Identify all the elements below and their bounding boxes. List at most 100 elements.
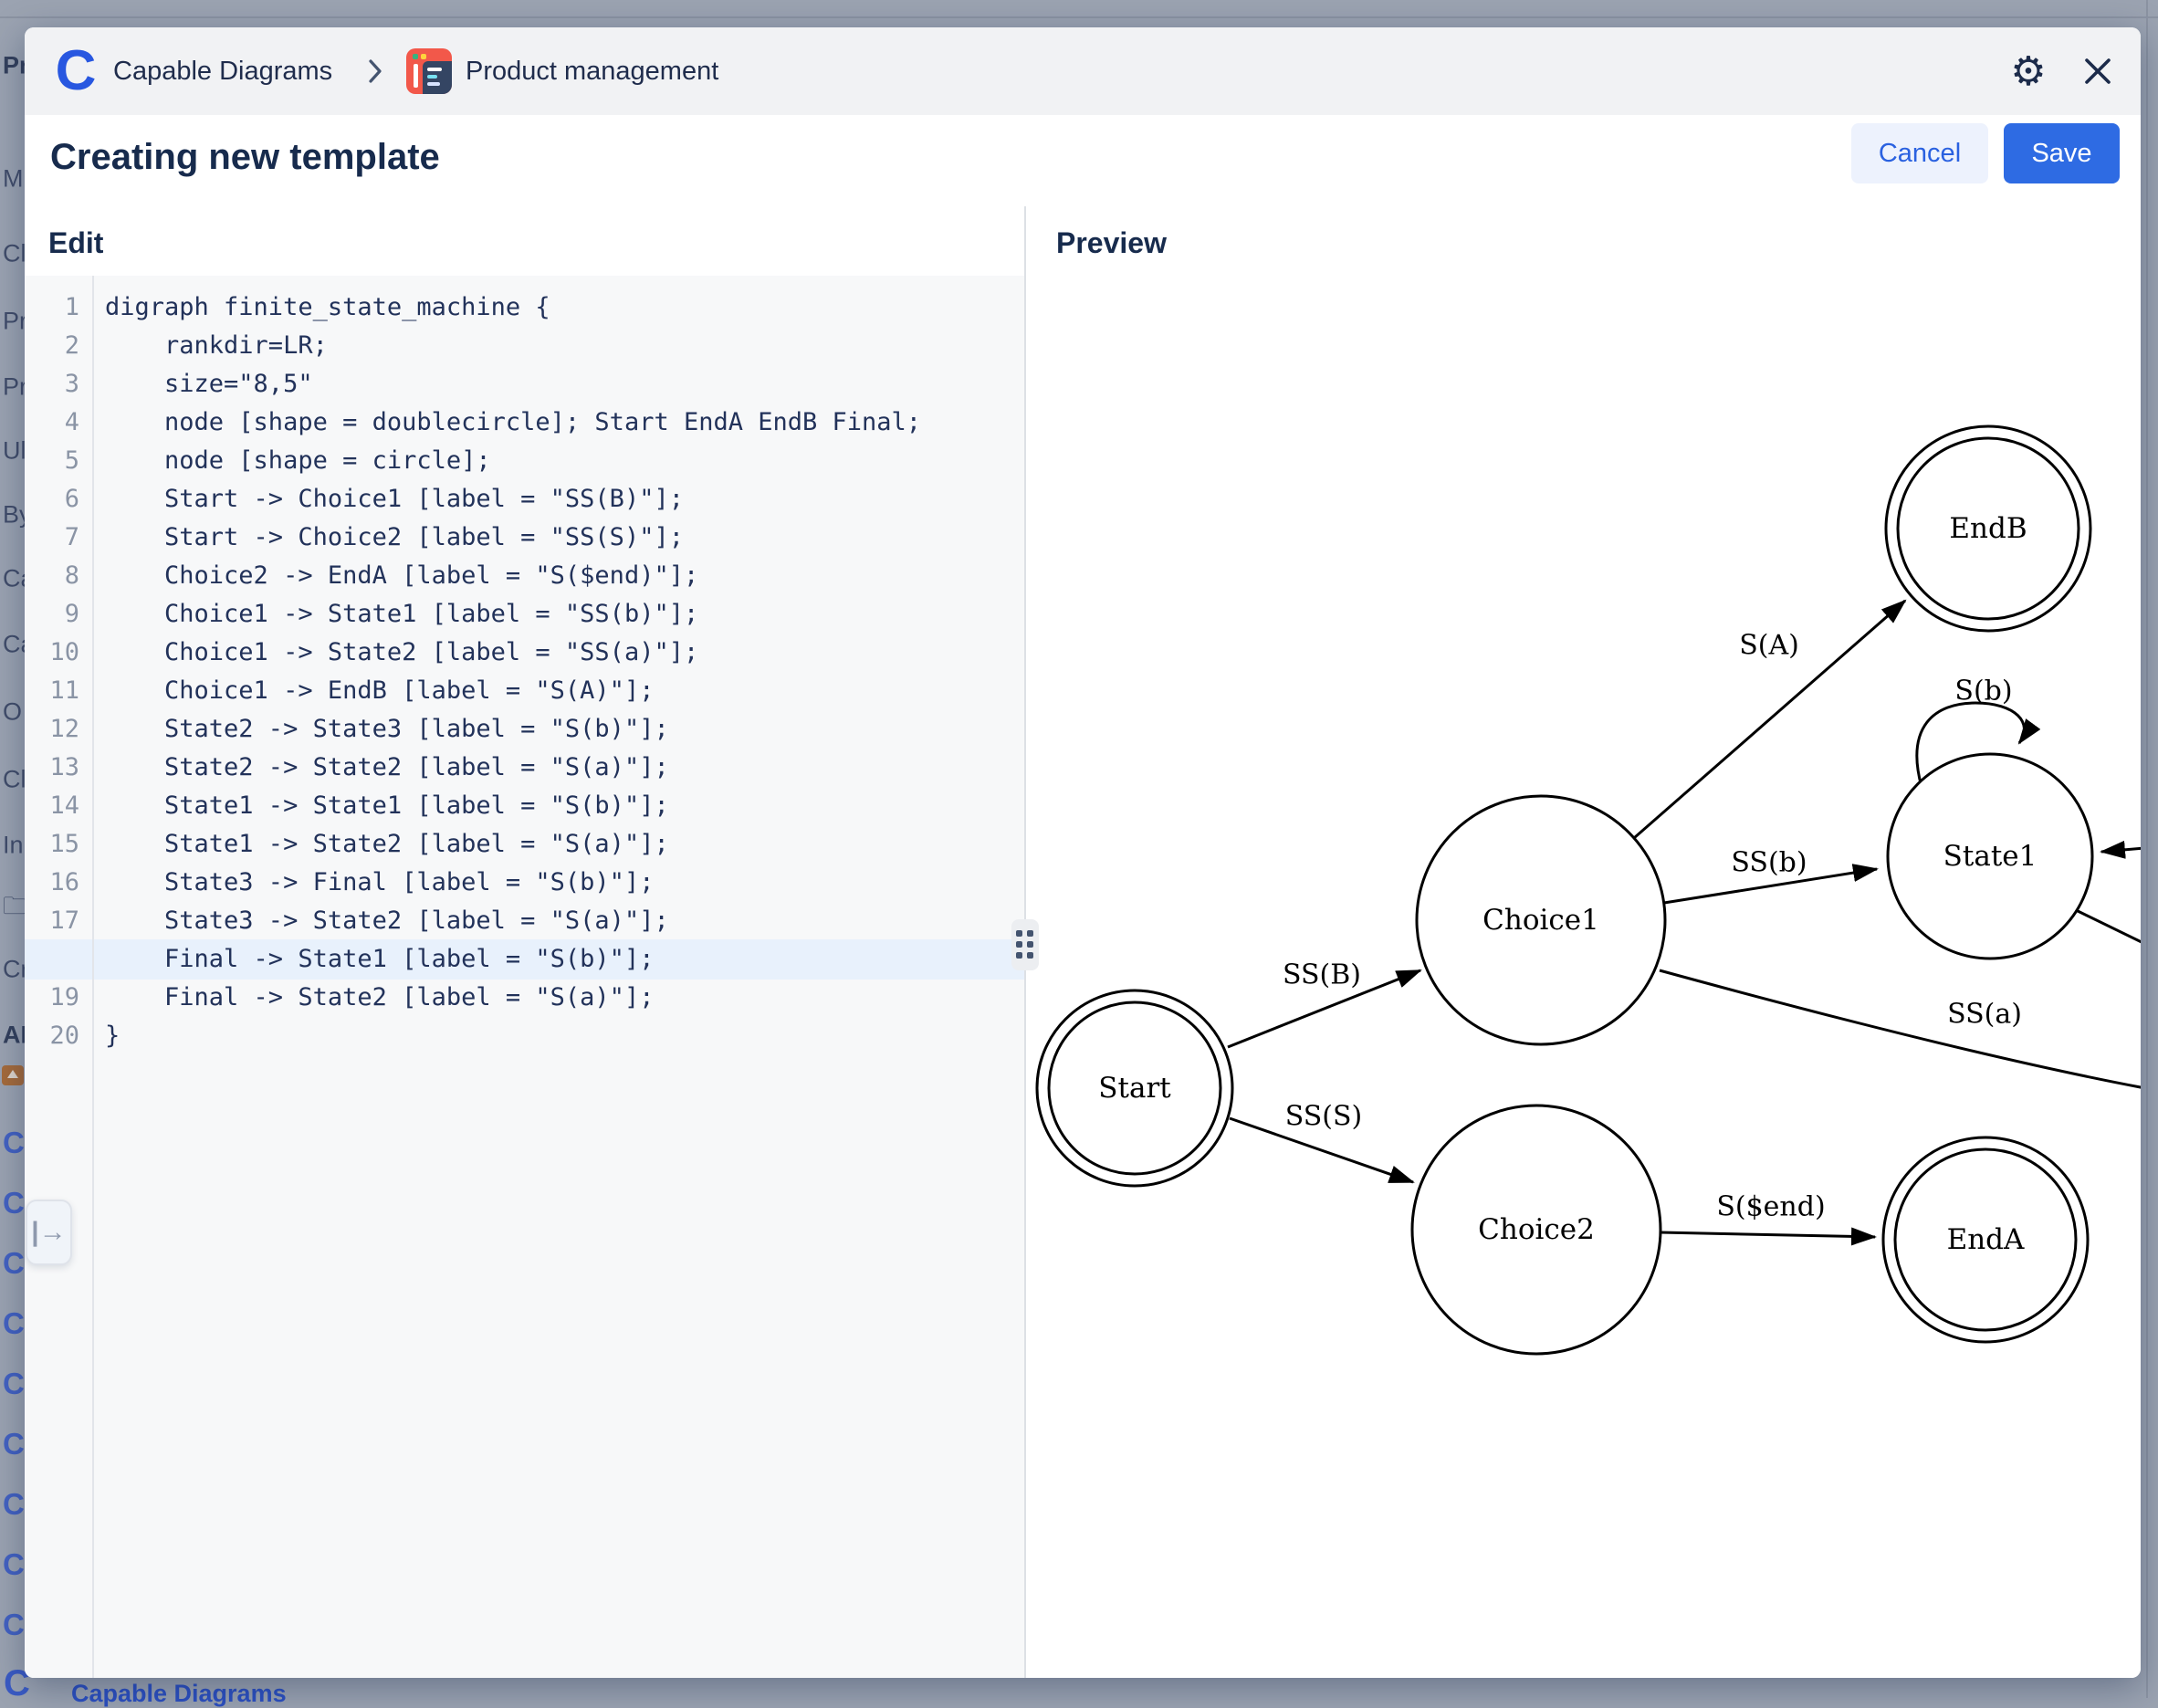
code-line-1[interactable]: 1 digraph finite_state_machine {	[25, 288, 1024, 327]
edge-label-choice2-enda: S($end)	[1716, 1191, 1825, 1223]
background-sidebar-logo: C	[3, 1126, 25, 1160]
edge-state1-state2	[2072, 908, 2141, 944]
code-line-8[interactable]: 8 Choice2 -> EndA [label = "S($end)"];	[25, 557, 1024, 595]
code-text: Start -> Choice1 [label = "SS(B)"];	[105, 480, 684, 519]
pane-resize-handle[interactable]	[1011, 919, 1039, 970]
jump-arrow-icon: |→	[31, 1217, 66, 1248]
background-page-edge	[0, 16, 2158, 18]
code-line-2[interactable]: 2 rankdir=LR;	[25, 327, 1024, 365]
line-number: 1	[25, 288, 79, 327]
code-text: size="8,5"	[105, 365, 313, 403]
line-number: 6	[25, 480, 79, 519]
background-sidebar-item: M	[3, 165, 24, 194]
background-sidebar-logo: C	[3, 1547, 25, 1582]
code-text: State1 -> State1 [label = "S(b)"];	[105, 787, 669, 825]
code-line-11[interactable]: 11 Choice1 -> EndB [label = "S(A)"];	[25, 672, 1024, 710]
code-line-4[interactable]: 4 node [shape = doublecircle]; Start End…	[25, 403, 1024, 442]
background-page-title: Capable Diagrams	[71, 1680, 287, 1708]
code-text: Choice1 -> State1 [label = "SS(b)"];	[105, 595, 698, 634]
node-label-Choice1: Choice1	[1482, 904, 1599, 937]
code-text: digraph finite_state_machine {	[105, 288, 550, 327]
background-sidebar-app-icon	[2, 1065, 24, 1085]
breadcrumb-app[interactable]: Capable Diagrams	[113, 27, 332, 115]
line-number: 3	[25, 365, 79, 403]
node-label-State1: State1	[1943, 840, 2038, 873]
jump-to-line-button[interactable]: |→	[26, 1200, 72, 1265]
cancel-button[interactable]: Cancel	[1851, 123, 1988, 183]
code-line-14[interactable]: 14 State1 -> State1 [label = "S(b)"];	[25, 787, 1024, 825]
code-text: node [shape = doublecircle]; Start EndA …	[105, 403, 921, 442]
breadcrumb-page[interactable]: Product management	[466, 27, 718, 115]
node-label-EndB: EndB	[1949, 512, 2027, 545]
code-line-19[interactable]: 19 Final -> State2 [label = "S(a)"];	[25, 979, 1024, 1017]
state-machine-diagram: SS(B)SS(S)S(A)SS(b)SS(a)S($end)S(b)Start…	[1026, 276, 2141, 1678]
code-line-17[interactable]: 17 State3 -> State2 [label = "S(a)"];	[25, 902, 1024, 940]
edge-label-state1-self: S(b)	[1954, 676, 2012, 707]
background-sidebar-logo: C	[3, 1306, 25, 1341]
edit-pane-label: Edit	[48, 226, 103, 260]
line-number: 5	[25, 442, 79, 480]
code-text: Choice1 -> State2 [label = "SS(a)"];	[105, 634, 698, 672]
background-sidebar-item: O	[3, 698, 22, 727]
line-number: 14	[25, 787, 79, 825]
line-number: 15	[25, 825, 79, 864]
line-number: 11	[25, 672, 79, 710]
line-number: 17	[25, 902, 79, 940]
close-icon[interactable]	[2073, 47, 2122, 96]
line-number: 20	[25, 1017, 79, 1055]
background-sidebar-item: Cl	[3, 240, 26, 268]
chevron-right-icon	[364, 58, 386, 85]
code-text: Choice2 -> EndA [label = "S($end)"];	[105, 557, 698, 595]
gutter-separator	[92, 276, 94, 1678]
line-number: 7	[25, 519, 79, 557]
line-number: 10	[25, 634, 79, 672]
line-number: 13	[25, 749, 79, 787]
screen: { "background": { "top_item": "Pr", "sid…	[0, 0, 2158, 1698]
background-sidebar-logo: C	[3, 1367, 25, 1401]
code-line-16[interactable]: 16 State3 -> Final [label = "S(b)"];	[25, 864, 1024, 902]
code-line-13[interactable]: 13 State2 -> State2 [label = "S(a)"];	[25, 749, 1024, 787]
code-editor[interactable]: 1 digraph finite_state_machine {2 rankdir…	[25, 276, 1024, 1678]
pane-headers: Edit Preview	[25, 206, 2141, 278]
line-number: 8	[25, 557, 79, 595]
code-line-10[interactable]: 10 Choice1 -> State2 [label = "SS(a)"];	[25, 634, 1024, 672]
edge-choice2-enda	[1660, 1232, 1875, 1237]
background-sidebar-item: Ul	[3, 437, 26, 466]
code-text: node [shape = circle];	[105, 442, 491, 480]
code-line-18[interactable]: Final -> State1 [label = "S(b)"];	[25, 940, 1024, 979]
background-sidebar-item: Pr	[3, 308, 27, 336]
code-line-3[interactable]: 3 size="8,5"	[25, 365, 1024, 403]
line-number: 12	[25, 710, 79, 749]
code-line-7[interactable]: 7 Start -> Choice2 [label = "SS(S)"];	[25, 519, 1024, 557]
page-title: Creating new template	[50, 137, 440, 178]
code-text: Final -> State2 [label = "S(a)"];	[105, 979, 654, 1017]
node-label-EndA: EndA	[1947, 1223, 2025, 1256]
save-button[interactable]: Save	[2004, 123, 2120, 183]
background-sidebar-item: Cl	[3, 766, 26, 794]
settings-gear-icon[interactable]: ⚙	[2004, 47, 2053, 96]
code-line-12[interactable]: 12 State2 -> State3 [label = "S(b)"];	[25, 710, 1024, 749]
edge-label-start-choice1: SS(B)	[1283, 959, 1361, 991]
code-line-20[interactable]: 20}	[25, 1017, 1024, 1055]
line-number: 9	[25, 595, 79, 634]
product-management-icon	[406, 48, 452, 94]
code-text: Choice1 -> EndB [label = "S(A)"];	[105, 672, 654, 710]
line-number: 16	[25, 864, 79, 902]
line-number: 4	[25, 403, 79, 442]
code-line-6[interactable]: 6 Start -> Choice1 [label = "SS(B)"];	[25, 480, 1024, 519]
background-sidebar-logo: C	[3, 1186, 25, 1221]
edge-choice1-state2	[1660, 970, 2141, 1088]
edge-label-start-choice2: SS(S)	[1285, 1101, 1363, 1133]
background-page-edge-right	[2146, 0, 2148, 1698]
code-text: Final -> State1 [label = "S(b)"];	[105, 940, 654, 979]
code-line-15[interactable]: 15 State1 -> State2 [label = "S(a)"];	[25, 825, 1024, 864]
code-text: State2 -> State2 [label = "S(a)"];	[105, 749, 669, 787]
edge-label-choice1-state2: SS(a)	[1947, 999, 2022, 1031]
code-text: State2 -> State3 [label = "S(b)"];	[105, 710, 669, 749]
code-line-5[interactable]: 5 node [shape = circle];	[25, 442, 1024, 480]
background-sidebar-item: Pr	[3, 373, 27, 402]
dialog-header: C Capable Diagrams Product management ⚙	[25, 27, 2141, 117]
edge-label-choice1-state1: SS(b)	[1731, 847, 1807, 879]
code-line-9[interactable]: 9 Choice1 -> State1 [label = "SS(b)"];	[25, 595, 1024, 634]
capable-diagrams-logo-icon: C	[53, 40, 99, 102]
